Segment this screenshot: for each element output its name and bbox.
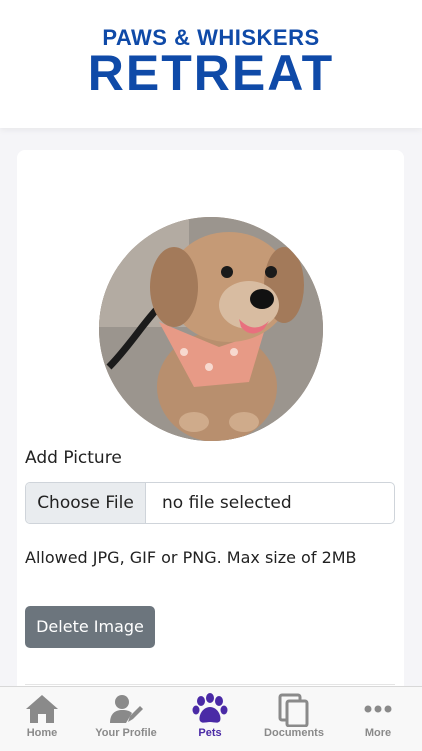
pet-photo <box>99 217 323 441</box>
delete-image-button[interactable]: Delete Image <box>25 606 155 648</box>
add-picture-label: Add Picture <box>25 448 122 468</box>
documents-icon <box>278 693 309 727</box>
choose-file-button[interactable]: Choose File <box>26 483 146 523</box>
tab-home[interactable]: Home <box>0 687 84 751</box>
brand-logo: PAWS & WHISKERS RETREAT <box>0 26 422 101</box>
home-icon <box>26 695 58 723</box>
profile-edit-icon <box>110 695 143 723</box>
pet-picture-card: Add Picture Choose File no file selected… <box>17 150 404 710</box>
file-status-text: no file selected <box>162 493 292 513</box>
file-input[interactable]: Choose File no file selected <box>25 482 395 524</box>
tab-more-label: More <box>364 727 392 739</box>
more-icon <box>364 705 392 713</box>
tab-documents-label: Documents <box>264 727 324 739</box>
dog-photo-illustration <box>99 217 323 441</box>
tab-pets-label: Pets <box>198 727 222 739</box>
tab-your-profile-label: Your Profile <box>95 727 157 739</box>
tab-more[interactable]: More <box>336 687 420 751</box>
tab-home-label: Home <box>26 727 58 739</box>
brand-line2: RETREAT <box>87 45 335 101</box>
paw-icon <box>192 693 228 723</box>
bottom-tab-bar: Home Your Profile Pets Documents More <box>0 686 422 751</box>
divider <box>25 684 395 685</box>
allowed-formats-hint: Allowed JPG, GIF or PNG. Max size of 2MB <box>25 548 357 567</box>
tab-pets[interactable]: Pets <box>168 687 252 751</box>
app-header: PAWS & WHISKERS RETREAT <box>0 0 422 128</box>
tab-your-profile[interactable]: Your Profile <box>84 687 168 751</box>
tab-documents[interactable]: Documents <box>252 687 336 751</box>
